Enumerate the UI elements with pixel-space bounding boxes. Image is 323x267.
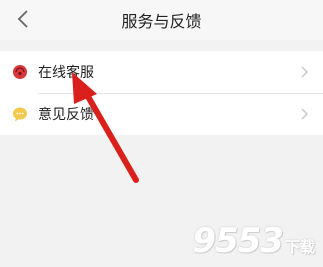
page-title: 服务与反馈 [121,14,202,31]
menu-item-label: 意见反馈 [38,106,94,122]
watermark-number: 9553 [192,221,284,261]
feedback-chat-icon [13,107,27,122]
chevron-right-icon [301,108,308,120]
service-menu-list: 在线客服 意见反馈 [0,51,323,135]
menu-item-label: 在线客服 [38,64,94,80]
chevron-right-icon [301,66,308,78]
site-watermark: 9553 下载 [192,221,315,261]
menu-item-online-service[interactable]: 在线客服 [0,51,323,93]
watermark-text: 下载 [284,239,315,256]
navigation-bar: 服务与反馈 [0,0,323,40]
online-service-icon [13,65,27,79]
menu-item-feedback[interactable]: 意见反馈 [0,93,323,135]
